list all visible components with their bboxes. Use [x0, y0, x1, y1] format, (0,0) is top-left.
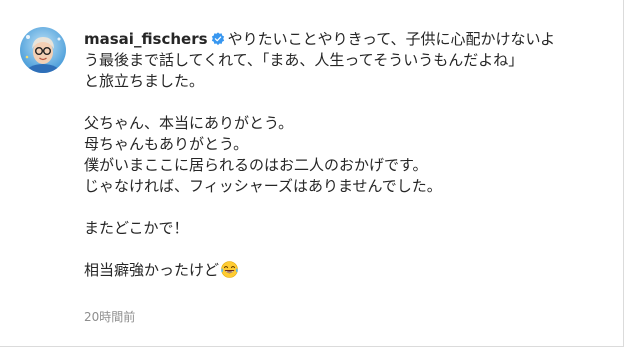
comment-panel: masai_fischers やりたいことやりきって、子供に心配かけないよ う最後… [0, 0, 624, 347]
comment-body: masai_fischers やりたいことやりきって、子供に心配かけないよ う最後… [84, 29, 612, 281]
comment-last-line: 相当癖強かったけど [84, 260, 612, 281]
comment-text: 僕がいまここに居られるのはお二人のおかげです。 [84, 156, 428, 174]
comment-text: やりたいことやりきって、子供に心配かけないよ [227, 30, 556, 48]
username-link[interactable]: masai_fischers [84, 30, 208, 48]
comment-text: う最後まで話してくれて、「まあ、人生ってそういうもんだよね」 [84, 51, 524, 69]
comment-text: 母ちゃんもありがとう。 [84, 135, 249, 153]
verified-badge-icon [211, 32, 225, 46]
comment-text: と旅立ちました。 [84, 72, 205, 90]
comment-text: 父ちゃん、本当にありがとう。 [84, 114, 294, 132]
comment-text: またどこかで！ [84, 219, 189, 237]
comment-text: 相当癖強かったけど [84, 261, 220, 279]
comment-timestamp[interactable]: 20時間前 [84, 308, 135, 325]
comment-text: じゃなければ、フィッシャーズはありませんでした。 [84, 177, 442, 195]
comment-line-1: masai_fischers やりたいことやりきって、子供に心配かけないよ [84, 29, 612, 50]
tears-of-joy-emoji-icon [220, 260, 239, 279]
user-avatar[interactable] [20, 27, 66, 73]
